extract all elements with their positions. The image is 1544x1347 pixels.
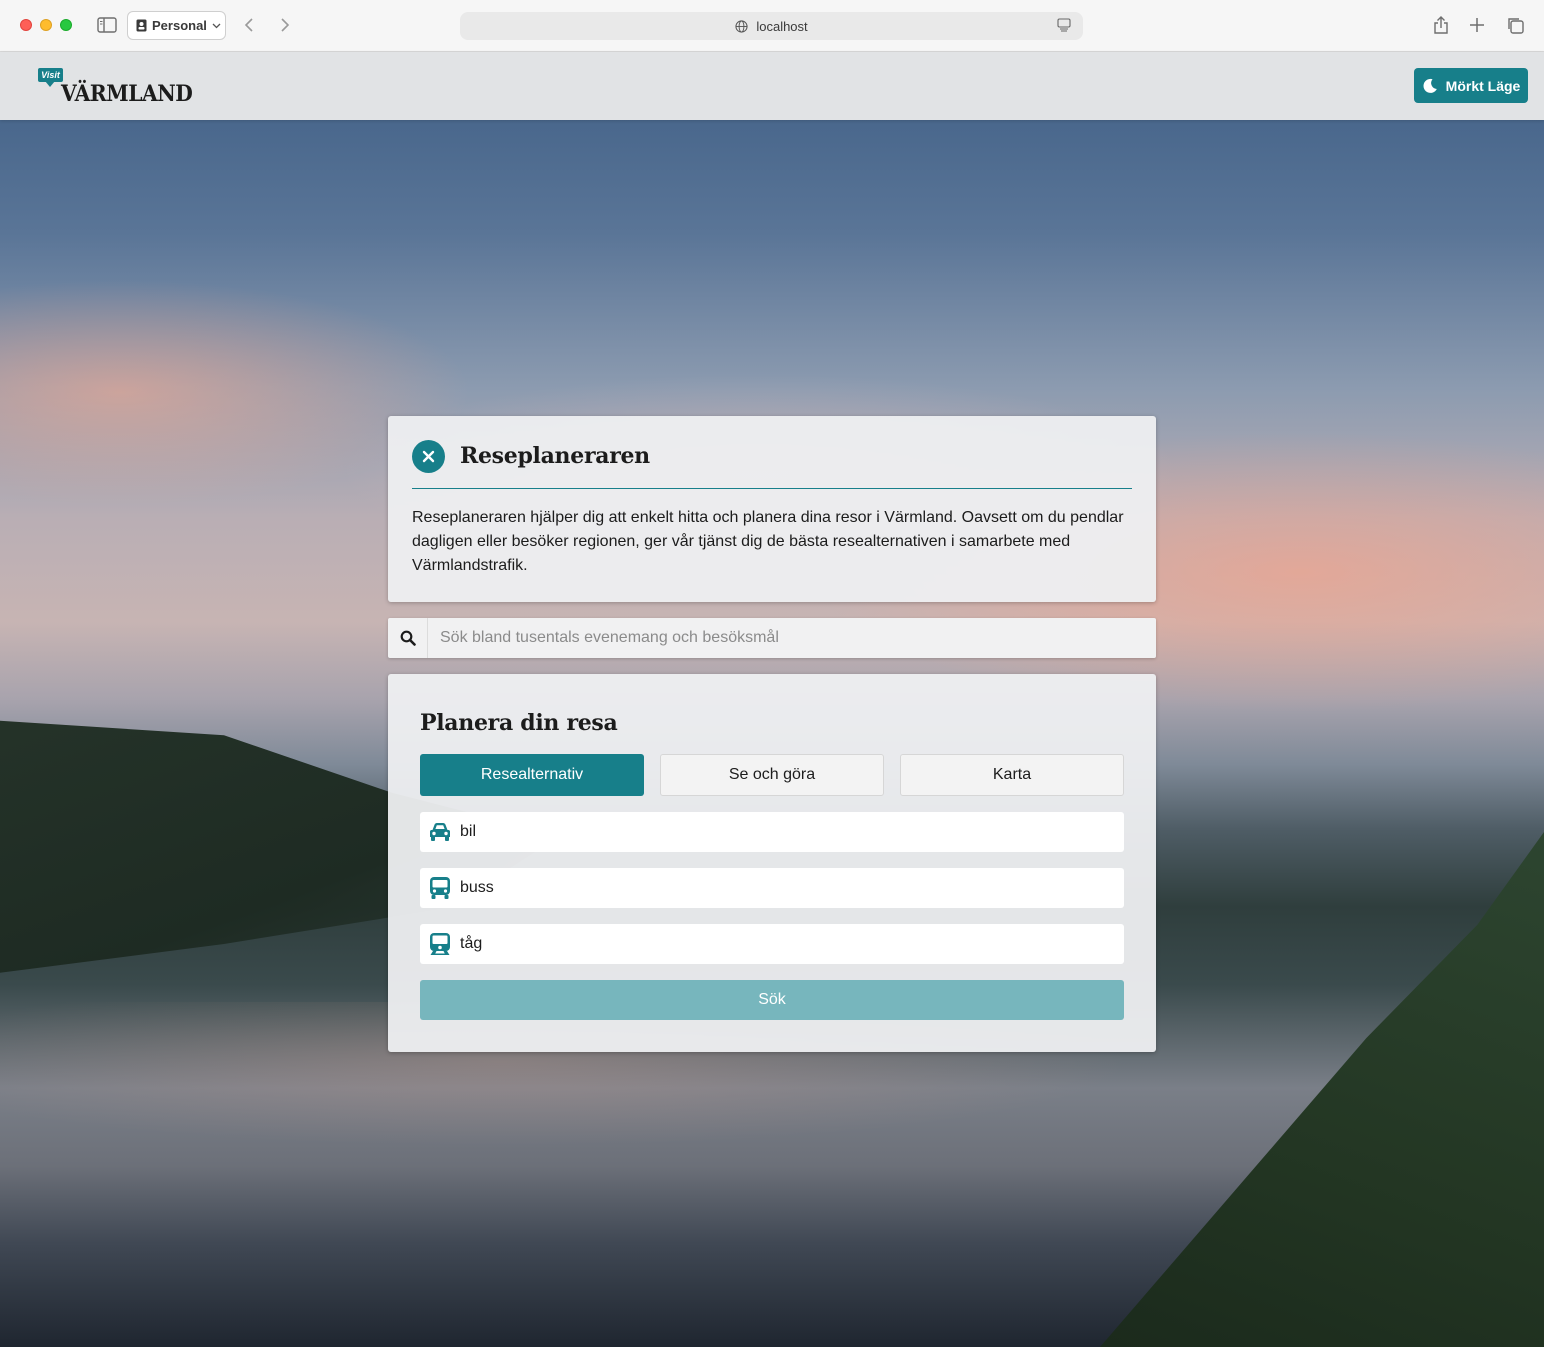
logo-visit-badge: Visit [38,68,63,82]
close-icon [422,450,435,463]
back-icon[interactable] [238,14,260,36]
dark-mode-button[interactable]: Mörkt Läge [1414,68,1528,103]
travel-option-bus[interactable]: buss [420,868,1124,908]
tab-resealternativ[interactable]: Resealternativ [420,754,644,796]
address-bar[interactable]: localhost [460,12,1083,40]
tab-overview-icon[interactable] [1504,14,1526,36]
profile-badge-icon [136,19,147,32]
close-info-button[interactable] [412,440,445,473]
travel-option-train[interactable]: tåg [420,924,1124,964]
close-window-button[interactable] [20,19,32,31]
planner-title: Planera din resa [420,710,618,736]
reader-mode-icon[interactable] [1057,18,1071,35]
profile-selector[interactable]: Personal [127,11,226,40]
moon-icon [1423,78,1437,93]
share-icon[interactable] [1430,14,1452,36]
trip-planner-card: Planera din resa Resealternativ Se och g… [388,674,1156,1052]
tab-se-och-gora[interactable]: Se och göra [660,754,884,796]
travel-option-label: buss [460,879,494,896]
travel-option-car[interactable]: bil [420,812,1124,852]
visit-varmland-logo[interactable]: Visit VÄRMLAND [38,68,193,108]
logo-wordmark: VÄRMLAND [61,81,193,107]
forward-icon[interactable] [274,14,296,36]
site-header: Visit VÄRMLAND Mörkt Läge [0,52,1544,120]
train-icon [430,933,450,955]
search-bar [388,618,1156,658]
info-divider [412,488,1132,489]
tab-karta[interactable]: Karta [900,754,1124,796]
search-input[interactable] [428,618,1156,658]
minimize-window-button[interactable] [40,19,52,31]
search-icon[interactable] [388,618,428,658]
maximize-window-button[interactable] [60,19,72,31]
info-title: Reseplaneraren [460,443,650,469]
car-icon [430,823,450,841]
url-text: localhost [756,18,808,34]
browser-toolbar: Personal localhost [0,0,1544,52]
travel-option-label: tåg [460,935,483,952]
bus-icon [430,877,450,899]
search-submit-button[interactable]: Sök [420,980,1124,1020]
new-tab-icon[interactable] [1466,14,1488,36]
chevron-down-icon [212,23,221,28]
info-card: Reseplaneraren Reseplaneraren hjälper di… [388,416,1156,602]
travel-option-label: bil [460,823,477,840]
logo-bubble-tail [45,81,55,87]
info-description: Reseplaneraren hjälper dig att enkelt hi… [412,509,1124,574]
globe-icon [735,19,748,33]
dark-mode-label: Mörkt Läge [1445,77,1521,94]
sidebar-toggle-icon[interactable] [96,14,118,36]
profile-label: Personal [152,18,207,33]
